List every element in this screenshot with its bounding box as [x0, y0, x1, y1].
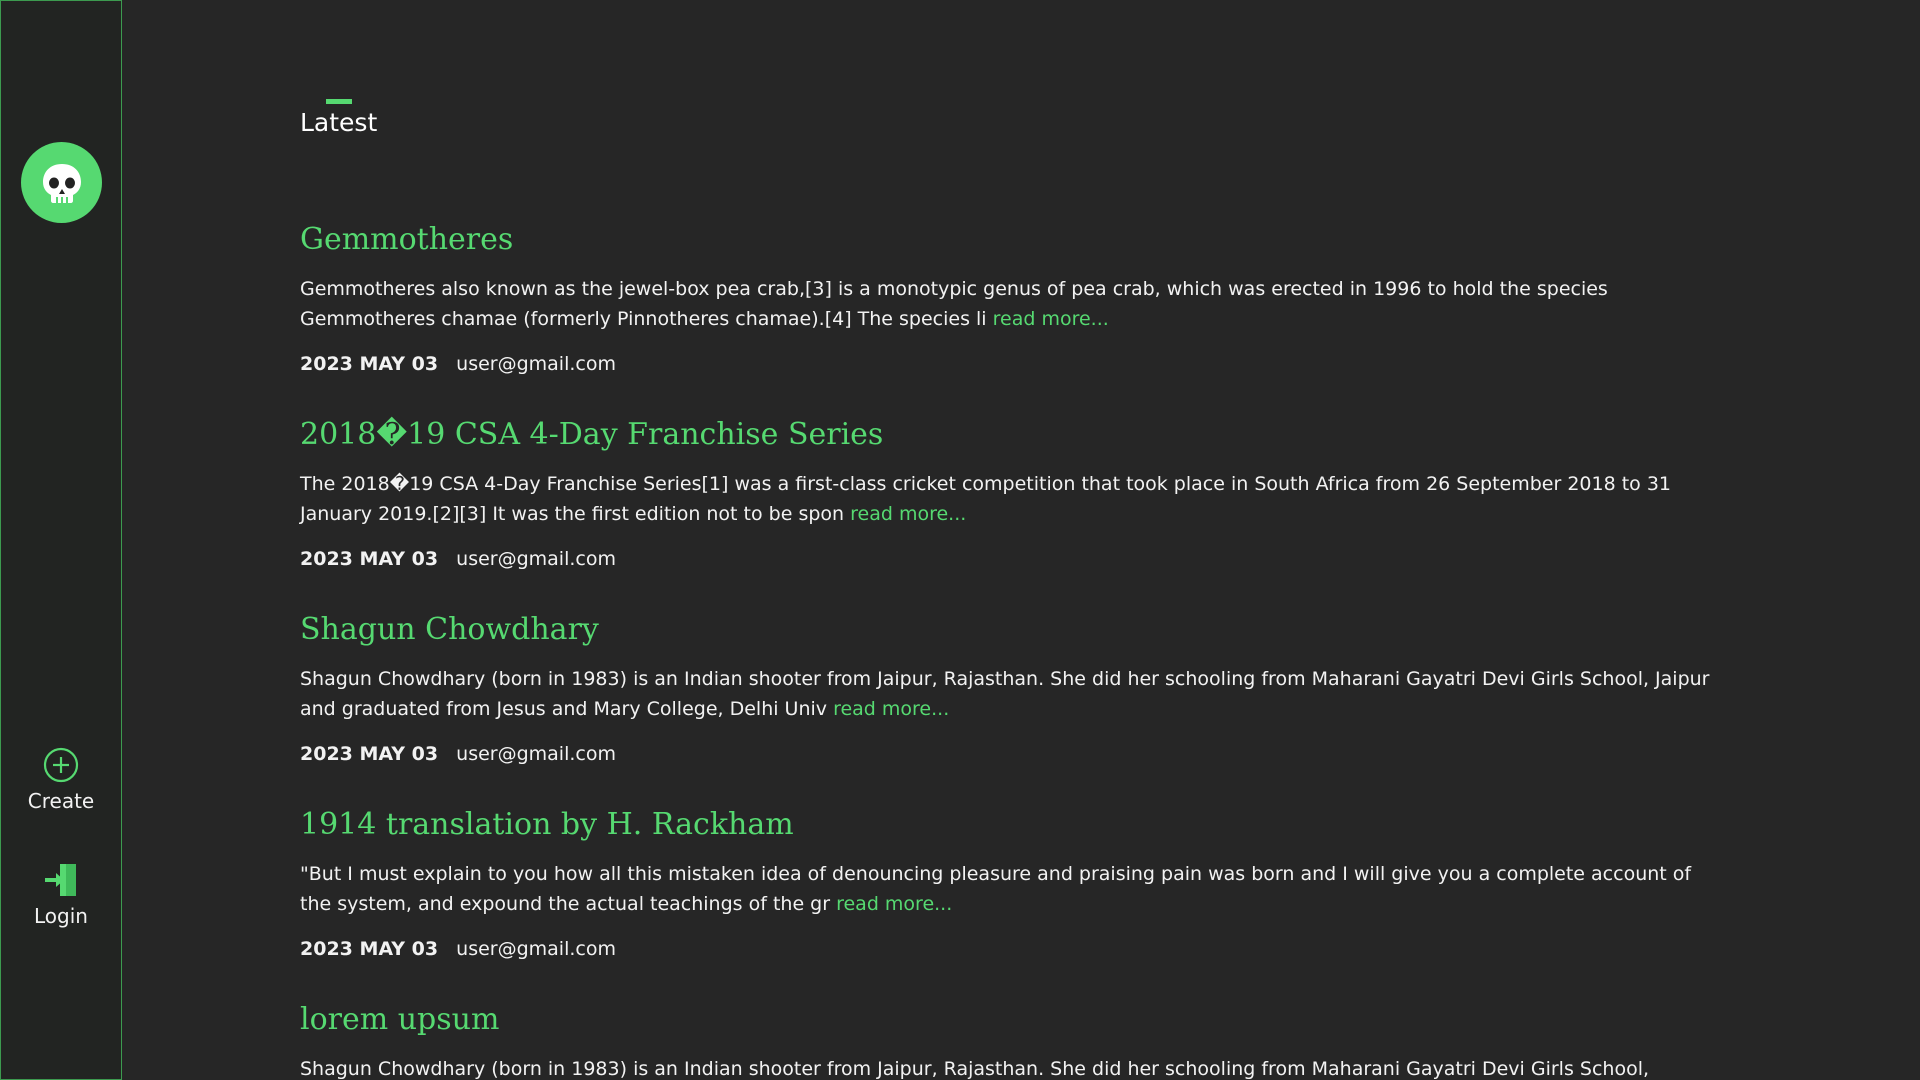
plus-circle-icon	[43, 747, 79, 783]
post-excerpt-text: Shagun Chowdhary (born in 1983) is an In…	[300, 1058, 1650, 1080]
sidebar: Create Login	[0, 0, 122, 1080]
post-excerpt-text: "But I must explain to you how all this …	[300, 863, 1692, 915]
post-date: 2023 MAY 03	[300, 353, 439, 375]
post-excerpt: "But I must explain to you how all this …	[300, 859, 1720, 919]
post-title[interactable]: Shagun Chowdhary	[300, 612, 1720, 648]
post-excerpt: Gemmotheres also known as the jewel-box …	[300, 274, 1720, 334]
post-item: 1914 translation by H. Rackham "But I mu…	[300, 807, 1720, 960]
post-item: Gemmotheres Gemmotheres also known as th…	[300, 222, 1720, 375]
read-more-link[interactable]: read more...	[833, 698, 949, 720]
post-excerpt: The 2018�19 CSA 4-Day Franchise Series[1…	[300, 469, 1720, 529]
post-meta: 2023 MAY 03 user@gmail.com	[300, 548, 1720, 570]
login-label: Login	[34, 904, 88, 928]
create-label: Create	[27, 789, 95, 813]
post-date: 2023 MAY 03	[300, 938, 439, 960]
post-author: user@gmail.com	[456, 743, 616, 765]
post-title[interactable]: Gemmotheres	[300, 222, 1720, 258]
login-button[interactable]: Login	[1, 862, 121, 928]
post-excerpt-text: Shagun Chowdhary (born in 1983) is an In…	[300, 668, 1710, 720]
create-button[interactable]: Create	[1, 747, 121, 813]
login-door-icon	[45, 864, 76, 896]
read-more-link[interactable]: read more...	[993, 308, 1109, 330]
post-item: Shagun Chowdhary Shagun Chowdhary (born …	[300, 612, 1720, 765]
post-excerpt: Shagun Chowdhary (born in 1983) is an In…	[300, 1054, 1720, 1080]
post-meta: 2023 MAY 03 user@gmail.com	[300, 938, 1720, 960]
post-date: 2023 MAY 03	[300, 743, 439, 765]
post-title[interactable]: 2018�19 CSA 4-Day Franchise Series	[300, 417, 1720, 453]
read-more-link[interactable]: read more...	[850, 503, 966, 525]
post-title[interactable]: lorem upsum	[300, 1002, 1720, 1038]
post-title[interactable]: 1914 translation by H. Rackham	[300, 807, 1720, 843]
latest-underline	[326, 99, 352, 104]
post-excerpt-text: Gemmotheres also known as the jewel-box …	[300, 278, 1608, 330]
post-excerpt: Shagun Chowdhary (born in 1983) is an In…	[300, 664, 1720, 724]
latest-heading: Latest	[300, 108, 378, 137]
post-author: user@gmail.com	[456, 938, 616, 960]
post-meta: 2023 MAY 03 user@gmail.com	[300, 743, 1720, 765]
post-author: user@gmail.com	[456, 548, 616, 570]
post-meta: 2023 MAY 03 user@gmail.com	[300, 353, 1720, 375]
post-date: 2023 MAY 03	[300, 548, 439, 570]
read-more-link[interactable]: read more...	[836, 893, 952, 915]
post-item: lorem upsum Shagun Chowdhary (born in 19…	[300, 1002, 1720, 1080]
skull-icon	[42, 163, 81, 203]
logo[interactable]	[21, 142, 102, 223]
post-author: user@gmail.com	[456, 353, 616, 375]
post-excerpt-text: The 2018�19 CSA 4-Day Franchise Series[1…	[300, 473, 1672, 525]
post-item: 2018�19 CSA 4-Day Franchise Series The 2…	[300, 417, 1720, 570]
